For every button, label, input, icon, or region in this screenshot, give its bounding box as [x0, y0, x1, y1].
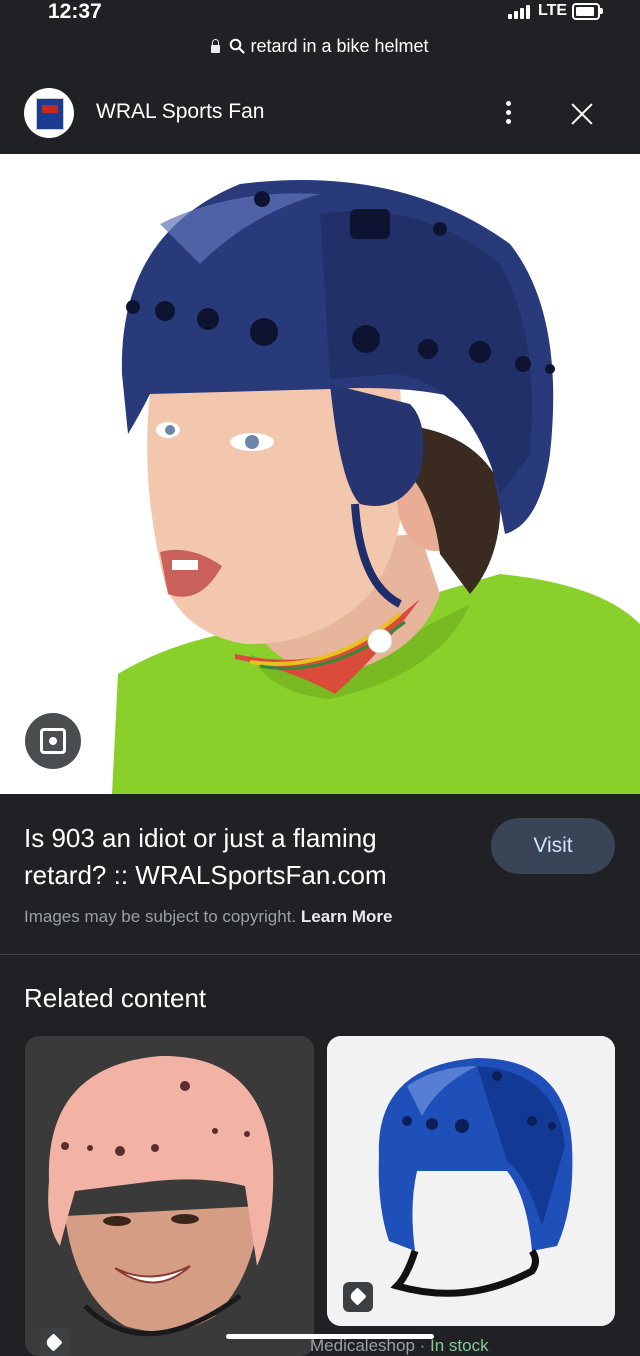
pink-helmet-child-image [25, 1036, 314, 1356]
lock-icon [211, 39, 221, 53]
search-icon [230, 38, 246, 54]
site-name[interactable]: WRAL Sports Fan [96, 100, 264, 124]
tag-icon [39, 1328, 69, 1356]
learn-more-link[interactable]: Learn More [301, 907, 393, 926]
helmet-child-image [0, 154, 640, 794]
site-header: WRAL Sports Fan [0, 84, 640, 154]
site-logo [24, 88, 74, 138]
copyright-notice: Images may be subject to copyright. Lear… [24, 907, 393, 927]
network-label: LTE [538, 2, 568, 19]
more-options-icon[interactable] [498, 98, 518, 128]
divider [0, 954, 640, 955]
url-text: retard in a bike helmet [250, 36, 429, 56]
close-icon[interactable] [568, 100, 596, 128]
main-result-image[interactable] [0, 154, 640, 794]
visit-button[interactable]: Visit [491, 818, 615, 874]
signal-icon [508, 5, 530, 19]
url-bar[interactable]: retard in a bike helmet [0, 36, 640, 57]
status-time: 12:37 [48, 0, 102, 23]
copyright-text: Images may be subject to copyright. [24, 907, 297, 926]
related-card[interactable] [327, 1036, 615, 1326]
related-caption: Medicaleshop · In stock [310, 1336, 489, 1355]
tag-icon [343, 1282, 373, 1312]
result-title[interactable]: Is 903 an idiot or just a flaming retard… [24, 820, 454, 894]
related-card[interactable] [25, 1036, 314, 1356]
related-heading: Related content [24, 983, 207, 1013]
home-indicator[interactable] [226, 1334, 434, 1339]
battery-tip [600, 8, 603, 14]
lens-icon [49, 737, 57, 745]
status-bar: 12:37 LTE [0, 0, 640, 28]
stock-status: In stock [430, 1336, 489, 1355]
battery-icon [572, 3, 600, 20]
lens-search-button[interactable] [25, 713, 81, 769]
